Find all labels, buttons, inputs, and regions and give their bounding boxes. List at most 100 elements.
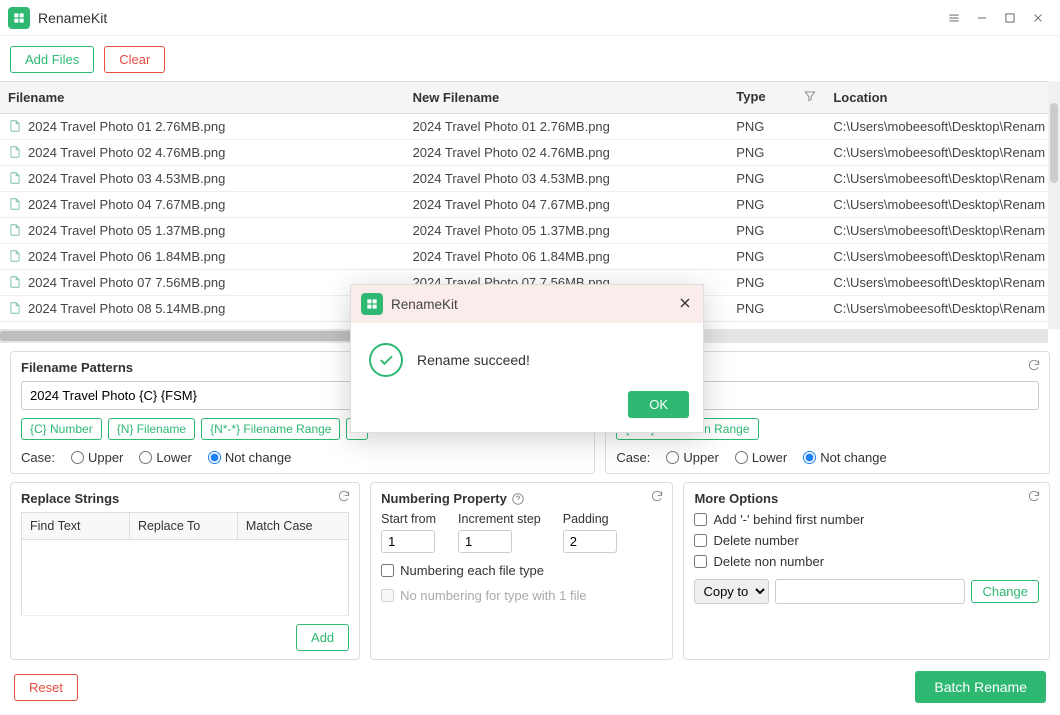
replace-col-find[interactable]: Find Text <box>22 513 130 540</box>
col-header-filename[interactable]: Filename <box>0 82 405 114</box>
maximize-icon[interactable] <box>996 4 1024 32</box>
replace-col-match[interactable]: Match Case <box>237 513 348 540</box>
cell-newfilename: 2024 Travel Photo 06 1.84MB.png <box>405 244 729 270</box>
cell-location: C:\Users\mobeesoft\Desktop\Renam <box>825 296 1060 322</box>
replace-strings-panel: Replace Strings Find Text Replace To Mat… <box>10 482 360 660</box>
replace-table: Find Text Replace To Match Case <box>21 512 349 616</box>
file-icon <box>8 145 22 159</box>
cell-filename: 2024 Travel Photo 06 1.84MB.png <box>0 244 405 270</box>
panel-title: More Options <box>694 491 1039 506</box>
cell-location: C:\Users\mobeesoft\Desktop\Renam <box>825 140 1060 166</box>
cell-filename: 2024 Travel Photo 07 7.56MB.png <box>0 270 405 296</box>
cell-filename: 2024 Travel Photo 08 5.14MB.png <box>0 296 405 322</box>
cell-type: PNG <box>728 166 825 192</box>
cell-location: C:\Users\mobeesoft\Desktop\Renam <box>825 192 1060 218</box>
hamburger-icon[interactable] <box>940 4 968 32</box>
col-header-type[interactable]: Type <box>728 82 825 114</box>
file-icon <box>8 275 22 289</box>
refresh-icon[interactable] <box>1027 358 1041 375</box>
cell-newfilename: 2024 Travel Photo 05 1.37MB.png <box>405 218 729 244</box>
clear-button[interactable]: Clear <box>104 46 165 73</box>
cell-type: PNG <box>728 244 825 270</box>
case-label: Case: <box>616 450 650 465</box>
dialog-message: Rename succeed! <box>417 352 530 368</box>
case-upper[interactable]: Upper <box>71 450 123 465</box>
table-row[interactable]: 2024 Travel Photo 05 1.37MB.png2024 Trav… <box>0 218 1060 244</box>
add-files-button[interactable]: Add Files <box>10 46 94 73</box>
cell-newfilename: 2024 Travel Photo 03 4.53MB.png <box>405 166 729 192</box>
cell-location: C:\Users\mobeesoft\Desktop\Renam <box>825 218 1060 244</box>
token-c-number[interactable]: {C} Number <box>21 418 102 440</box>
token-n-range[interactable]: {N*-*} Filename Range <box>201 418 340 440</box>
each-type-checkbox[interactable]: Numbering each file type <box>381 563 662 578</box>
cell-location: C:\Users\mobeesoft\Desktop\Renam <box>825 114 1060 140</box>
cell-type: PNG <box>728 218 825 244</box>
step-label: Increment step <box>458 512 541 526</box>
batch-rename-button[interactable]: Batch Rename <box>915 671 1046 703</box>
col-header-location[interactable]: Location <box>825 82 1060 114</box>
ext-case-lower[interactable]: Lower <box>735 450 787 465</box>
titlebar: RenameKit <box>0 0 1060 36</box>
dialog-ok-button[interactable]: OK <box>628 391 689 418</box>
case-label: Case: <box>21 450 55 465</box>
start-input[interactable] <box>381 530 435 553</box>
refresh-icon[interactable] <box>650 489 664 506</box>
numbering-panel: Numbering Property Start from Increment … <box>370 482 673 660</box>
step-input[interactable] <box>458 530 512 553</box>
token-n-filename[interactable]: {N} Filename <box>108 418 195 440</box>
table-row[interactable]: 2024 Travel Photo 02 4.76MB.png2024 Trav… <box>0 140 1060 166</box>
cell-type: PNG <box>728 270 825 296</box>
success-check-icon <box>369 343 403 377</box>
col-header-newfilename[interactable]: New Filename <box>405 82 729 114</box>
pad-label: Padding <box>563 512 617 526</box>
cell-type: PNG <box>728 192 825 218</box>
delete-nonnumber-checkbox[interactable]: Delete non number <box>694 554 1039 569</box>
add-replace-button[interactable]: Add <box>296 624 349 651</box>
pad-input[interactable] <box>563 530 617 553</box>
cell-filename: 2024 Travel Photo 01 2.76MB.png <box>0 114 405 140</box>
file-icon <box>8 197 22 211</box>
ext-case-upper[interactable]: Upper <box>666 450 718 465</box>
change-button[interactable]: Change <box>971 580 1039 603</box>
cell-newfilename: 2024 Travel Photo 02 4.76MB.png <box>405 140 729 166</box>
table-row[interactable]: 2024 Travel Photo 01 2.76MB.png2024 Trav… <box>0 114 1060 140</box>
case-lower[interactable]: Lower <box>139 450 191 465</box>
file-icon <box>8 119 22 133</box>
reset-button[interactable]: Reset <box>14 674 78 701</box>
table-row[interactable]: 2024 Travel Photo 04 7.67MB.png2024 Trav… <box>0 192 1060 218</box>
vertical-scrollbar[interactable] <box>1048 81 1060 329</box>
help-icon[interactable] <box>511 492 525 506</box>
copy-to-select[interactable]: Copy to <box>694 579 769 604</box>
table-row[interactable]: 2024 Travel Photo 03 4.53MB.png2024 Trav… <box>0 166 1060 192</box>
dialog-title: RenameKit <box>391 297 677 312</box>
table-row[interactable]: 2024 Travel Photo 06 1.84MB.png2024 Trav… <box>0 244 1060 270</box>
cell-newfilename: 2024 Travel Photo 01 2.76MB.png <box>405 114 729 140</box>
cell-type: PNG <box>728 114 825 140</box>
start-label: Start from <box>381 512 436 526</box>
file-icon <box>8 301 22 315</box>
ext-case-notchange[interactable]: Not change <box>803 450 887 465</box>
cell-location: C:\Users\mobeesoft\Desktop\Renam <box>825 166 1060 192</box>
case-notchange[interactable]: Not change <box>208 450 292 465</box>
cell-filename: 2024 Travel Photo 05 1.37MB.png <box>0 218 405 244</box>
delete-number-checkbox[interactable]: Delete number <box>694 533 1039 548</box>
replace-col-to[interactable]: Replace To <box>129 513 237 540</box>
cell-newfilename: 2024 Travel Photo 04 7.67MB.png <box>405 192 729 218</box>
panel-title: Replace Strings <box>21 491 349 506</box>
add-dash-checkbox[interactable]: Add '-' behind first number <box>694 512 1039 527</box>
filter-icon[interactable] <box>803 89 817 106</box>
more-options-panel: More Options Add '-' behind first number… <box>683 482 1050 660</box>
no-single-checkbox[interactable]: No numbering for type with 1 file <box>381 588 662 603</box>
minimize-icon[interactable] <box>968 4 996 32</box>
close-icon[interactable] <box>1024 4 1052 32</box>
refresh-icon[interactable] <box>337 489 351 506</box>
dialog: RenameKit Rename succeed! OK <box>350 284 704 433</box>
replace-body <box>22 540 349 616</box>
refresh-icon[interactable] <box>1027 489 1041 506</box>
copy-to-path[interactable] <box>775 579 965 604</box>
dialog-close-icon[interactable] <box>677 295 693 314</box>
cell-location: C:\Users\mobeesoft\Desktop\Renam <box>825 270 1060 296</box>
cell-filename: 2024 Travel Photo 04 7.67MB.png <box>0 192 405 218</box>
app-icon <box>8 7 30 29</box>
cell-filename: 2024 Travel Photo 03 4.53MB.png <box>0 166 405 192</box>
